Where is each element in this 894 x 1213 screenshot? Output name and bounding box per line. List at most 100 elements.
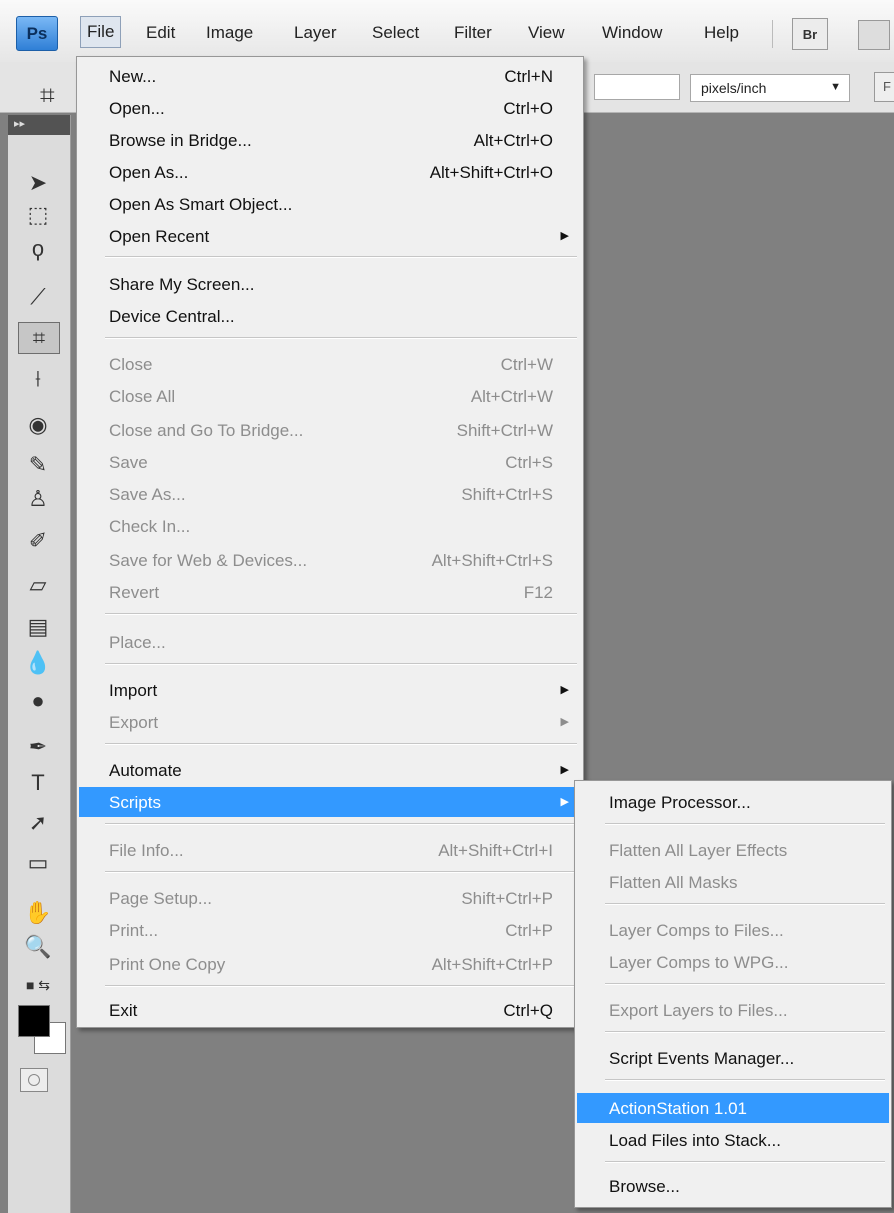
menu-item-export-layers-to-files[interactable]: Export Layers to Files... (577, 995, 889, 1025)
menu-window[interactable]: Window (596, 22, 668, 48)
menu-item-label: Save As... (109, 485, 186, 504)
menu-item-script-events-manager[interactable]: Script Events Manager... (577, 1043, 889, 1073)
mini-bridge-icon[interactable] (858, 20, 890, 50)
menu-item-image-processor[interactable]: Image Processor... (577, 787, 889, 817)
menu-item-label: Flatten All Masks (609, 873, 738, 892)
bridge-button[interactable]: Br (792, 18, 828, 50)
menu-item-print-one-copy[interactable]: Print One Copy Alt+Shift+Ctrl+P (79, 949, 581, 979)
menu-item-shortcut: Alt+Shift+Ctrl+I (438, 841, 553, 860)
menu-item-check-in[interactable]: Check In... (79, 511, 581, 541)
menu-item-share-my-screen[interactable]: Share My Screen... (79, 269, 581, 299)
crop-tool-preset-icon[interactable]: ⌗ (40, 80, 55, 112)
menu-edit[interactable]: Edit (140, 22, 181, 48)
resolution-units-select[interactable]: pixels/inch ▼ (690, 74, 850, 102)
type-tool-icon[interactable]: T (18, 768, 58, 798)
move-tool-icon[interactable]: ➤ (18, 168, 58, 198)
lasso-tool-icon[interactable]: ϙ (18, 234, 58, 264)
menu-item-exit[interactable]: Exit Ctrl+Q (79, 995, 581, 1025)
menu-item-open-as[interactable]: Open As... Alt+Shift+Ctrl+O (79, 157, 581, 187)
menu-view[interactable]: View (522, 22, 571, 48)
menu-item-open-as-smart-object[interactable]: Open As Smart Object... (79, 189, 581, 219)
menu-item-new[interactable]: New... Ctrl+N (79, 61, 581, 91)
menu-item-import[interactable]: Import ▶ (79, 675, 581, 705)
menu-item-open-recent[interactable]: Open Recent ▶ (79, 221, 581, 251)
menu-item-save-as[interactable]: Save As... Shift+Ctrl+S (79, 479, 581, 509)
menu-item-device-central[interactable]: Device Central... (79, 301, 581, 331)
menu-item-layer-comps-to-wpg[interactable]: Layer Comps to WPG... (577, 947, 889, 977)
resolution-input[interactable] (594, 74, 680, 100)
tools-panel-header[interactable]: ▸▸ (8, 115, 70, 135)
default-colors-swap-icon[interactable]: ■ ⇆ (18, 970, 58, 1000)
submenu-arrow-icon: ▶ (560, 764, 569, 776)
menu-item-save[interactable]: Save Ctrl+S (79, 447, 581, 477)
menu-item-shortcut: Ctrl+N (504, 67, 553, 86)
menu-separator (105, 337, 577, 339)
menu-item-browse-in-bridge[interactable]: Browse in Bridge... Alt+Ctrl+O (79, 125, 581, 155)
menu-item-export[interactable]: Export ▶ (79, 707, 581, 737)
hand-tool-icon[interactable]: ✋ (18, 898, 58, 928)
menu-item-close[interactable]: Close Ctrl+W (79, 349, 581, 379)
menu-item-flatten-all-layer-effects[interactable]: Flatten All Layer Effects (577, 835, 889, 865)
quick-mask-icon[interactable] (20, 1068, 48, 1092)
menu-item-save-for-web[interactable]: Save for Web & Devices... Alt+Shift+Ctrl… (79, 545, 581, 575)
menu-help[interactable]: Help (698, 22, 745, 48)
menu-item-load-files-into-stack[interactable]: Load Files into Stack... (577, 1125, 889, 1155)
menu-item-shortcut: Ctrl+P (505, 921, 553, 940)
menu-image[interactable]: Image (200, 22, 259, 48)
menu-select[interactable]: Select (366, 22, 425, 48)
dodge-tool-icon[interactable]: ● (18, 686, 58, 716)
menu-item-label: Revert (109, 583, 160, 602)
menu-item-layer-comps-to-files[interactable]: Layer Comps to Files... (577, 915, 889, 945)
menu-file[interactable]: File (80, 16, 122, 48)
menu-item-browse[interactable]: Browse... (577, 1171, 889, 1201)
front-image-button[interactable]: F (874, 72, 894, 102)
menu-separator (105, 613, 577, 615)
gradient-tool-icon[interactable]: ▤ (18, 612, 58, 642)
menu-item-label: Open As... (109, 163, 189, 182)
menu-item-scripts[interactable]: Scripts ▶ (79, 787, 581, 817)
menu-item-label: Check In... (109, 517, 191, 536)
menu-item-label: Save for Web & Devices... (109, 551, 308, 570)
menu-item-print[interactable]: Print... Ctrl+P (79, 915, 581, 945)
photoshop-logo-icon[interactable]: Ps (16, 16, 58, 51)
menu-item-file-info[interactable]: File Info... Alt+Shift+Ctrl+I (79, 835, 581, 865)
menu-item-label: Layer Comps to WPG... (609, 953, 789, 972)
menu-layer[interactable]: Layer (288, 22, 343, 48)
menubar-divider (772, 20, 773, 48)
menu-item-flatten-all-masks[interactable]: Flatten All Masks (577, 867, 889, 897)
menu-item-actionstation[interactable]: ActionStation 1.01 (577, 1093, 889, 1123)
menu-item-label: Import (109, 681, 158, 700)
marquee-tool-icon[interactable]: ⬚ (18, 200, 58, 230)
menu-item-place[interactable]: Place... (79, 627, 581, 657)
path-selection-tool-icon[interactable]: ➚ (18, 808, 58, 838)
blur-tool-icon[interactable]: 💧 (18, 648, 58, 678)
history-brush-tool-icon[interactable]: ✐ (18, 526, 58, 556)
eraser-tool-icon[interactable]: ▱ (18, 570, 58, 600)
crop-tool-icon[interactable]: ⌗ (18, 322, 60, 354)
menu-item-label: Layer Comps to Files... (609, 921, 784, 940)
menu-filter[interactable]: Filter (448, 22, 498, 48)
menu-item-label: Scripts (109, 793, 161, 812)
zoom-tool-icon[interactable]: 🔍 (18, 932, 58, 962)
menu-item-page-setup[interactable]: Page Setup... Shift+Ctrl+P (79, 883, 581, 913)
menu-item-close-all[interactable]: Close All Alt+Ctrl+W (79, 381, 581, 411)
menu-item-label: Page Setup... (109, 889, 213, 908)
menu-item-label: Close and Go To Bridge... (109, 421, 304, 440)
expand-icon[interactable]: ▸▸ (14, 117, 25, 130)
eyedropper-tool-icon[interactable]: ⟊ (18, 364, 58, 394)
menu-item-shortcut: Shift+Ctrl+W (456, 421, 553, 440)
menu-item-open[interactable]: Open... Ctrl+O (79, 93, 581, 123)
menu-item-automate[interactable]: Automate ▶ (79, 755, 581, 785)
spot-healing-tool-icon[interactable]: ◉ (18, 410, 58, 440)
pen-tool-icon[interactable]: ✒ (18, 732, 58, 762)
menu-item-close-and-go-to-bridge[interactable]: Close and Go To Bridge... Shift+Ctrl+W (79, 415, 581, 445)
clone-stamp-tool-icon[interactable]: ♙ (18, 484, 58, 514)
menu-item-shortcut: Alt+Ctrl+O (473, 131, 553, 150)
menu-item-revert[interactable]: Revert F12 (79, 577, 581, 607)
brush-tool-icon[interactable]: ✎ (18, 450, 58, 480)
quick-selection-tool-icon[interactable]: ⟋ (18, 282, 58, 312)
menu-item-label: Device Central... (109, 307, 235, 326)
shape-tool-icon[interactable]: ▭ (18, 848, 58, 878)
foreground-color-swatch[interactable] (18, 1005, 50, 1037)
menu-item-label: Close All (109, 387, 176, 406)
